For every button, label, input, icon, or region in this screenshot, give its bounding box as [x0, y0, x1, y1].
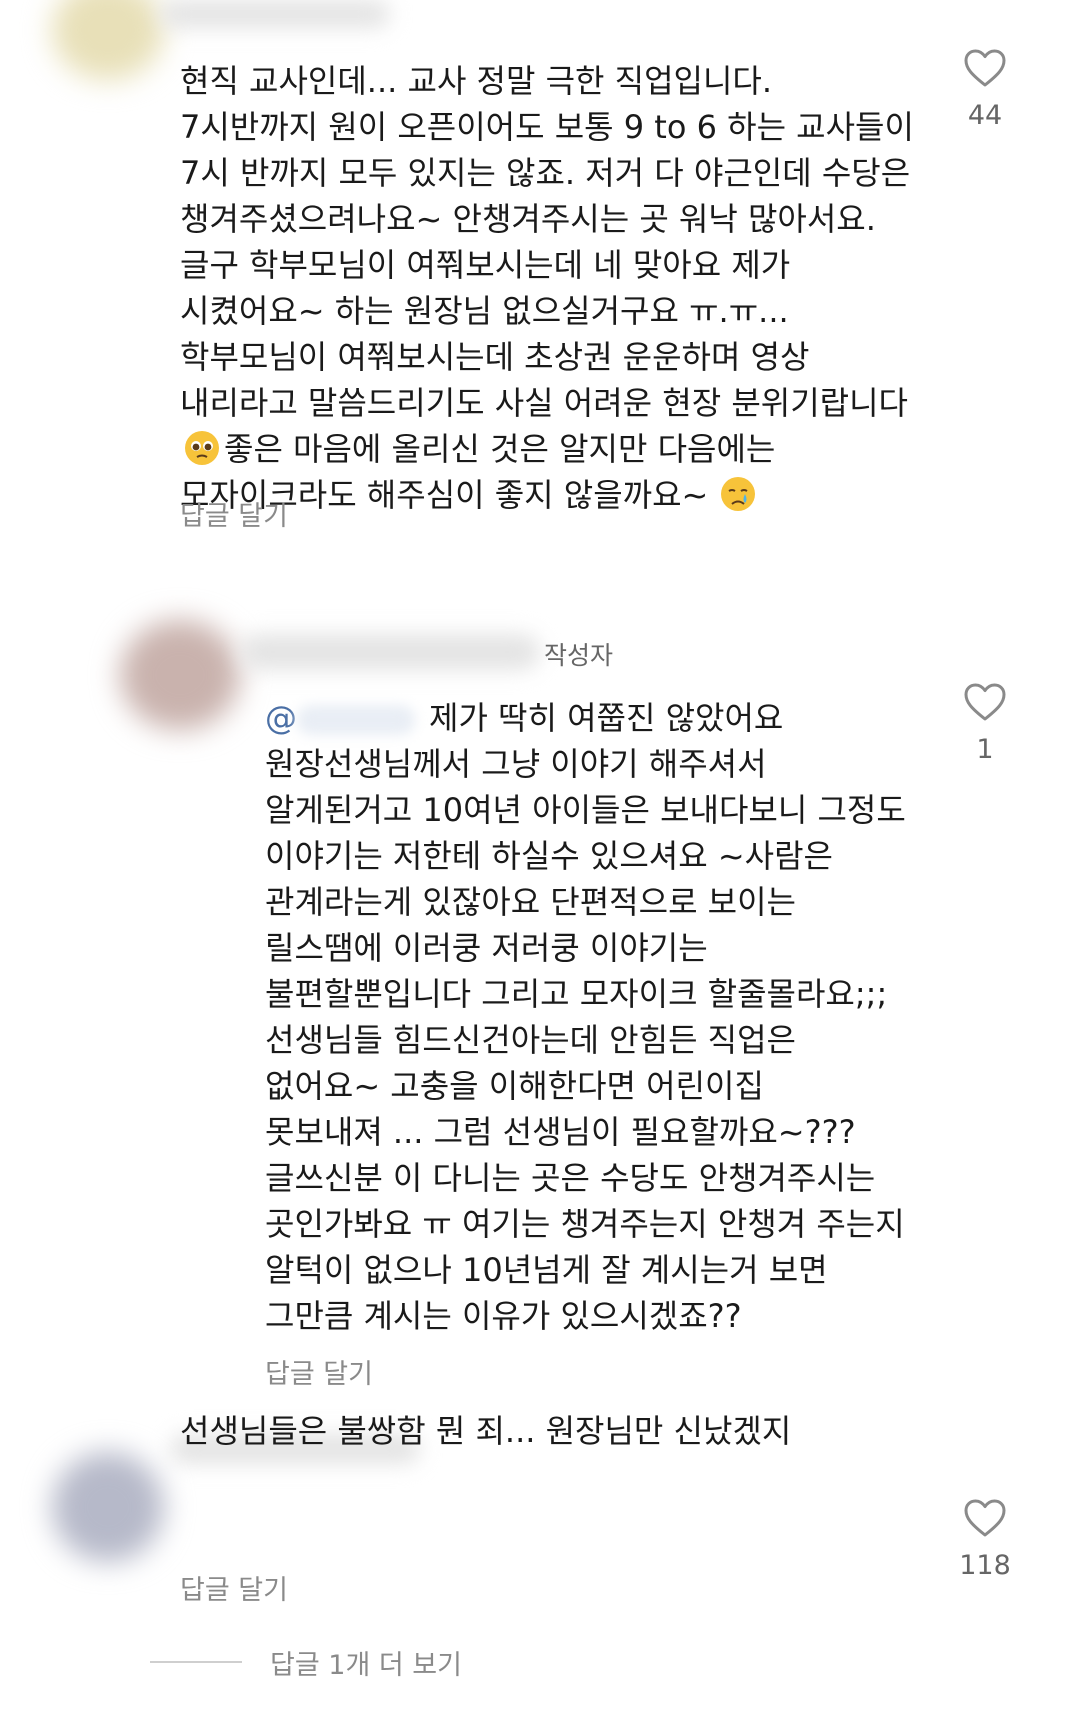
- like-count: 118: [959, 1550, 1011, 1581]
- avatar[interactable]: [52, 0, 164, 80]
- crying-face-emoji: [721, 477, 756, 511]
- comment-line: 좋은 마음에 올리신 것은 알지만 다음에는: [224, 430, 776, 468]
- comment-line: 알턱이 없으나 10년넘게 잘 계시는거 보면: [265, 1251, 828, 1289]
- pleading-face-emoji: [185, 431, 219, 465]
- mention-link[interactable]: @: [265, 699, 429, 737]
- comment-line: 곳인가봐요 ㅠ 여기는 챙겨주는지 안챙겨 주는지: [265, 1205, 905, 1243]
- heart-outline-icon: [964, 49, 1006, 87]
- view-more-replies[interactable]: 답글 1개 더 보기: [150, 1642, 462, 1682]
- comment-line: 7시반까지 원이 오픈이어도 보통 9 to 6 하는 교사들이: [180, 108, 914, 146]
- view-more-replies-label[interactable]: 답글 1개 더 보기: [270, 1643, 462, 1682]
- comment-line: 현직 교사인데... 교사 정말 극한 직업입니다.: [180, 62, 773, 100]
- comment-3-text: 선생님들은 불쌍함 뭔 죄... 원장님만 신났겠지: [180, 1408, 791, 1454]
- reply-button[interactable]: 답글 달기: [180, 1568, 288, 1607]
- comment-line: 제가 딱히 여쭙진 않았어요: [429, 699, 784, 737]
- comment-line: 선생님들은 불쌍함 뭔 죄... 원장님만 신났겠지: [180, 1412, 792, 1450]
- reply-button[interactable]: 답글 달기: [180, 494, 288, 533]
- comment-line: 릴스땜에 이러쿵 저러쿵 이야기는: [265, 929, 708, 967]
- reply-button[interactable]: 답글 달기: [265, 1352, 373, 1391]
- comment-line-with-mention: @ 제가 딱히 여쭙진 않았어요: [265, 695, 906, 741]
- heart-outline-icon: [964, 1499, 1006, 1537]
- comment-line: 불편할뿐입니다 그리고 모자이크 할줄몰라요;;;: [265, 975, 888, 1013]
- comment-line: 알게된거고 10여년 아이들은 보내다보니 그정도: [265, 791, 906, 829]
- comment-line: 학부모님이 여쭤보시는데 초상권 운운하며 영상: [180, 338, 810, 376]
- divider: [150, 1661, 242, 1663]
- comment-line: 없어요~ 고충을 이해한다면 어린이집: [265, 1067, 764, 1105]
- comment-line-with-emoji: 좋은 마음에 올리신 것은 알지만 다음에는: [180, 426, 914, 472]
- comment-line: 글쓰신분 이 다니는 곳은 수당도 안챙겨주시는: [265, 1159, 876, 1197]
- author-badge: 작성자: [544, 641, 614, 670]
- comment-text: @ 제가 딱히 여쭙진 않았어요 원장선생님께서 그냥 이야기 해주셔서 알게된거…: [265, 695, 906, 1339]
- username-blurred[interactable]: [240, 634, 540, 670]
- comment-line: 시켰어요~ 하는 원장님 없으실거구요 ㅠ.ㅠ...: [180, 292, 789, 330]
- avatar[interactable]: [52, 1452, 164, 1562]
- comment-line: 선생님들 힘드신건아는데 안힘든 직업은: [265, 1021, 796, 1059]
- comment-line: 내리라고 말씀드리기도 사실 어려운 현장 분위기랍니다: [180, 384, 908, 422]
- like-button[interactable]: 118: [955, 1498, 1015, 1581]
- comment-text: 현직 교사인데... 교사 정말 극한 직업입니다. 7시반까지 원이 오픈이어…: [180, 58, 914, 518]
- mention-username-blurred: [297, 705, 415, 735]
- comment-line: 7시 반까지 모두 있지는 않죠. 저거 다 야근인데 수당은: [180, 154, 911, 192]
- comment-line: 글구 학부모님이 여쭤보시는데 네 맞아요 제가: [180, 246, 791, 284]
- comment-line-with-emoji: 모자이크라도 해주심이 좋지 않을까요~: [180, 472, 914, 518]
- like-button[interactable]: 44: [955, 48, 1015, 131]
- like-count: 44: [967, 100, 1003, 131]
- avatar[interactable]: [120, 620, 240, 730]
- username-blurred[interactable]: [160, 0, 390, 28]
- comment-1: 현직 교사인데... 교사 정말 극한 직업입니다. 7시반까지 원이 오픈이어…: [0, 0, 1080, 560]
- comment-2: 작성자 @ 제가 딱히 여쭙진 않았어요 원장선생님께서 그냥 이야기 해주셔서 …: [0, 600, 1080, 1400]
- like-button[interactable]: 1: [955, 682, 1015, 765]
- comment-line: 이야기는 저한테 하실수 있으셔요 ~사람은: [265, 837, 833, 875]
- comment-line: 관계라는게 있잖아요 단편적으로 보이는: [265, 883, 796, 921]
- like-count: 1: [976, 734, 994, 765]
- comment-line: 원장선생님께서 그냥 이야기 해주셔서: [265, 745, 767, 783]
- comment-line: 못보내져 ... 그럼 선생님이 필요할까요~???: [265, 1113, 856, 1151]
- comment-line: 그만큼 계시는 이유가 있으시겠죠??: [265, 1297, 742, 1335]
- comment-line: 챙겨주셨으려나요~ 안챙겨주시는 곳 워낙 많아서요.: [180, 200, 876, 238]
- heart-outline-icon: [964, 683, 1006, 721]
